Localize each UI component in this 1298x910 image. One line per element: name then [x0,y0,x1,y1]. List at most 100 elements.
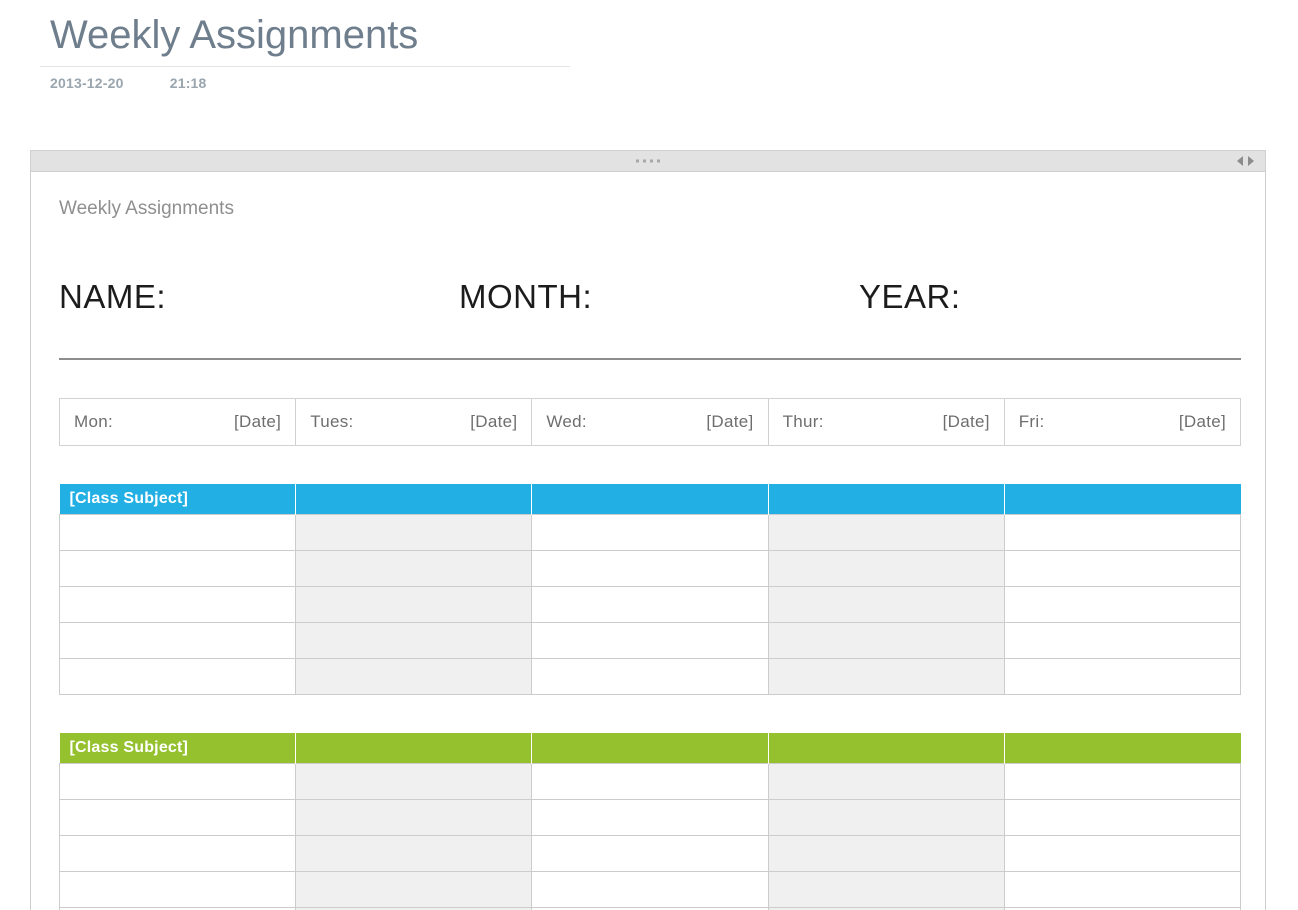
class-subject-header-label[interactable]: [Class Subject] [60,733,296,764]
table-row [60,800,1241,836]
table-row [60,587,1241,623]
assignment-cell[interactable] [768,800,1004,836]
assignment-cell[interactable] [532,623,768,659]
assignment-cell[interactable] [296,623,532,659]
document-date: 2013-12-20 [50,75,124,91]
days-row: Mon: [Date] Tues: [Date] Wed: [Date] Thur: [Dat… [60,399,1241,446]
day-name-label: Wed: [546,412,587,432]
document-viewer: Weekly Assignments NAME: MONTH: YEAR: Mo… [30,150,1266,910]
assignment-cell[interactable] [296,872,532,908]
form-field-row: NAME: MONTH: YEAR: [31,278,1265,316]
day-date-placeholder[interactable]: [Date] [234,412,281,432]
table-row [60,836,1241,872]
assignment-cell[interactable] [768,515,1004,551]
assignment-cell[interactable] [1004,800,1240,836]
subject-table-1: [Class Subject] [59,484,1241,695]
assignment-cell[interactable] [1004,515,1240,551]
assignment-cell[interactable] [296,587,532,623]
assignment-cell[interactable] [60,587,296,623]
table-row [60,623,1241,659]
assignment-cell[interactable] [296,836,532,872]
day-cell-wed[interactable]: Wed: [Date] [532,399,768,446]
assignment-cell[interactable] [1004,836,1240,872]
page-meta: 2013-12-20 21:18 [0,67,1298,91]
assignment-cell[interactable] [532,764,768,800]
subject-table-2: [Class Subject] [59,733,1241,910]
assignment-cell[interactable] [296,800,532,836]
day-cell-thur[interactable]: Thur: [Date] [768,399,1004,446]
assignment-cell[interactable] [1004,764,1240,800]
assignment-cell[interactable] [768,623,1004,659]
subject-header-cell [532,484,768,515]
days-table: Mon: [Date] Tues: [Date] Wed: [Date] Thur: [Dat… [59,398,1241,446]
day-cell-mon[interactable]: Mon: [Date] [60,399,296,446]
year-field-label: YEAR: [859,278,1159,316]
day-date-placeholder[interactable]: [Date] [943,412,990,432]
table-row [60,515,1241,551]
assignment-cell[interactable] [768,659,1004,695]
assignment-cell[interactable] [60,800,296,836]
arrow-left-icon[interactable] [1237,156,1243,166]
assignment-cell[interactable] [532,587,768,623]
viewer-navigation [1237,156,1254,166]
day-name-label: Tues: [310,412,353,432]
document-subtitle: Weekly Assignments [31,172,1265,220]
day-cell-tues[interactable]: Tues: [Date] [296,399,532,446]
assignment-cell[interactable] [532,659,768,695]
drag-dots-icon[interactable] [636,160,660,163]
arrow-right-icon[interactable] [1248,156,1254,166]
table-row [60,551,1241,587]
page-header: Weekly Assignments 2013-12-20 21:18 [0,0,1298,91]
day-date-placeholder[interactable]: [Date] [1179,412,1226,432]
assignment-cell[interactable] [532,872,768,908]
assignment-cell[interactable] [296,659,532,695]
assignment-cell[interactable] [532,800,768,836]
assignment-cell[interactable] [296,551,532,587]
subject-table-header-row: [Class Subject] [60,733,1241,764]
viewer-toolbar [31,151,1265,172]
assignment-cell[interactable] [768,872,1004,908]
month-field-label: MONTH: [459,278,859,316]
subject-header-cell [1004,484,1240,515]
page-title: Weekly Assignments [0,0,1298,62]
assignment-cell[interactable] [768,587,1004,623]
assignment-cell[interactable] [296,764,532,800]
assignment-cell[interactable] [1004,623,1240,659]
day-cell-fri[interactable]: Fri: [Date] [1004,399,1240,446]
subject-tables: [Class Subject] [Class Subject] [31,484,1265,910]
assignment-cell[interactable] [296,515,532,551]
subject-header-cell [296,484,532,515]
header-divider [59,358,1241,360]
assignment-cell[interactable] [60,659,296,695]
day-name-label: Fri: [1019,412,1045,432]
assignment-cell[interactable] [532,551,768,587]
day-name-label: Mon: [74,412,113,432]
subject-table-header-row: [Class Subject] [60,484,1241,515]
assignment-cell[interactable] [60,551,296,587]
document-page: Weekly Assignments NAME: MONTH: YEAR: Mo… [31,172,1265,910]
day-date-placeholder[interactable]: [Date] [706,412,753,432]
assignment-cell[interactable] [1004,587,1240,623]
subject-header-cell [532,733,768,764]
day-date-placeholder[interactable]: [Date] [470,412,517,432]
class-subject-header-label[interactable]: [Class Subject] [60,484,296,515]
assignment-cell[interactable] [532,515,768,551]
assignment-cell[interactable] [1004,872,1240,908]
assignment-cell[interactable] [60,515,296,551]
document-time: 21:18 [170,75,207,91]
assignment-cell[interactable] [60,623,296,659]
assignment-cell[interactable] [1004,659,1240,695]
assignment-cell[interactable] [1004,551,1240,587]
assignment-cell[interactable] [768,551,1004,587]
assignment-cell[interactable] [60,764,296,800]
assignment-cell[interactable] [60,872,296,908]
assignment-cell[interactable] [768,764,1004,800]
table-row [60,872,1241,908]
assignment-cell[interactable] [532,836,768,872]
assignment-cell[interactable] [768,836,1004,872]
subject-header-cell [1004,733,1240,764]
subject-header-cell [768,733,1004,764]
assignment-cell[interactable] [60,836,296,872]
name-field-label: NAME: [59,278,459,316]
day-name-label: Thur: [783,412,824,432]
